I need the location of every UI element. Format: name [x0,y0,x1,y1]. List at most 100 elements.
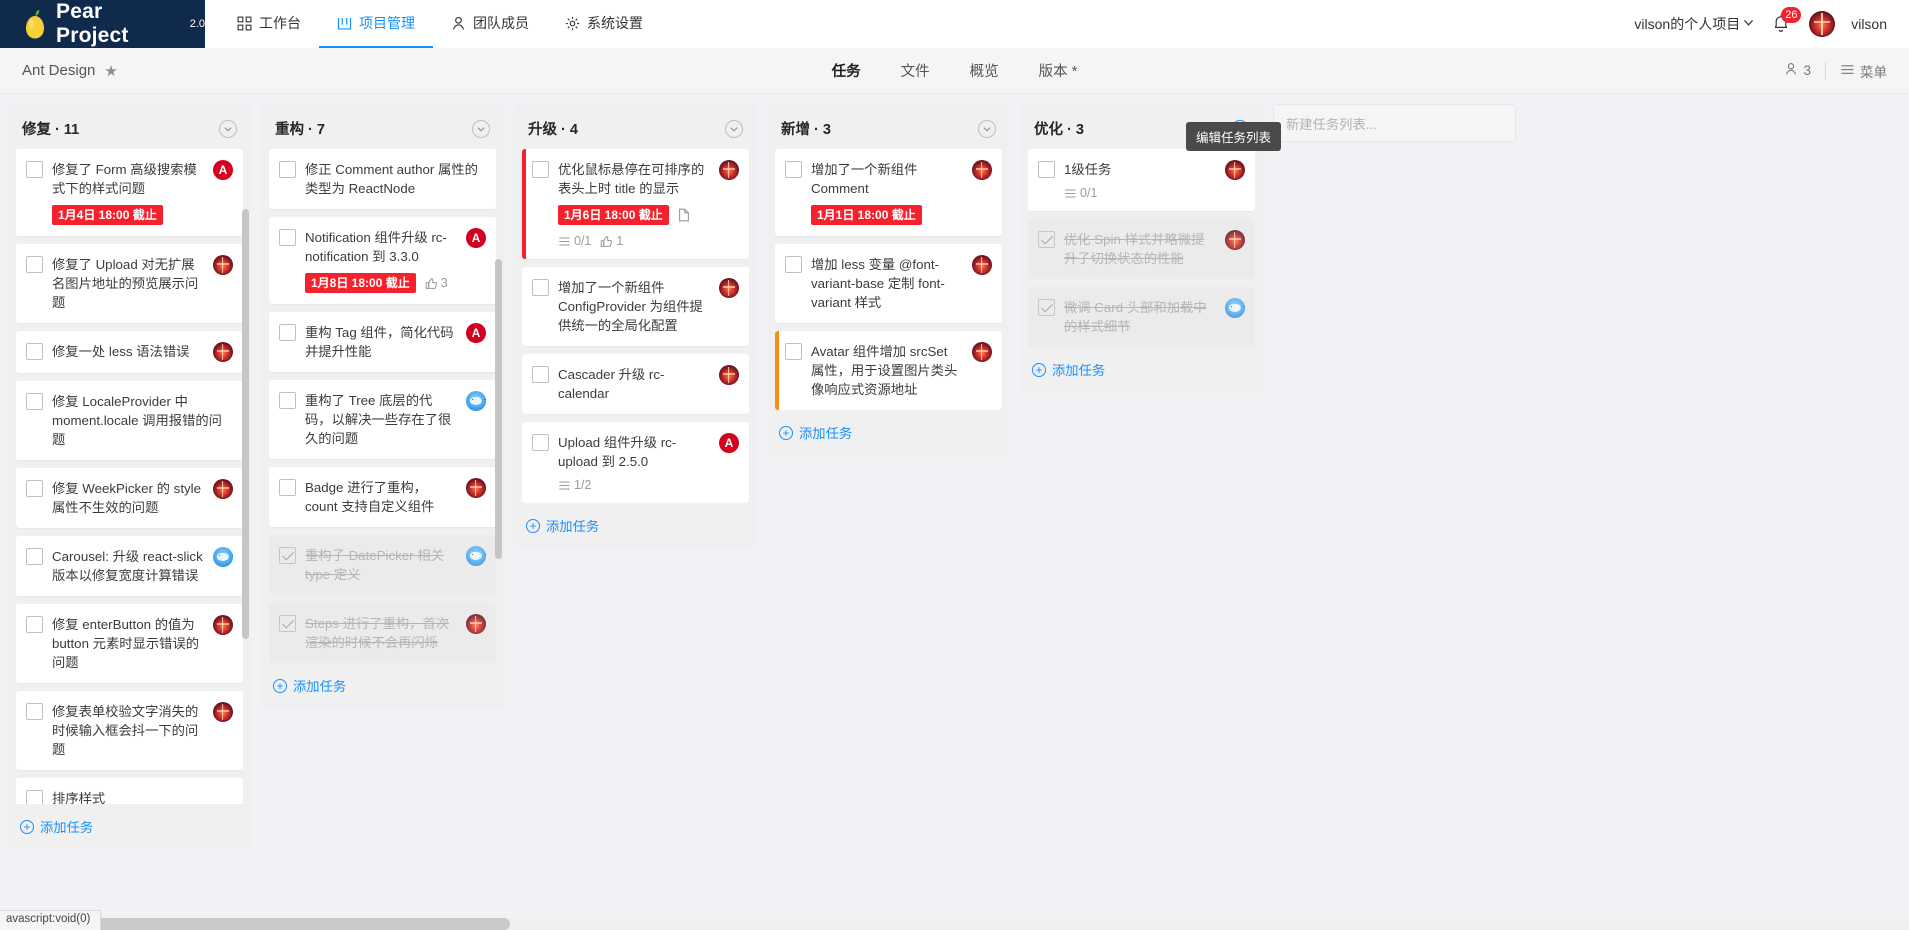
task-card[interactable]: 修复一处 less 语法错误 [16,331,243,373]
task-card[interactable]: Cascader 升级 rc-calendar [522,354,749,414]
task-assignee-avatar[interactable]: A [213,160,233,180]
task-card[interactable]: 修复 WeekPicker 的 style 属性不生效的问题 [16,468,243,528]
task-assignee-avatar[interactable] [972,255,992,275]
task-card[interactable]: 修复了 Form 高级搜索模式下的样式问题 1月4日 18:00 截止 A [16,149,243,236]
column-collapse-button[interactable] [725,119,743,138]
menu-button[interactable]: 菜单 [1840,61,1887,81]
task-card[interactable]: 修正 Comment author 属性的类型为 ReactNode [269,149,496,209]
task-checkbox[interactable] [1038,299,1055,316]
tab-versions[interactable]: 版本 * [1039,60,1078,81]
task-checkbox[interactable] [279,229,296,246]
task-card[interactable]: 修复 LocaleProvider 中 moment.locale 调用报错的问… [16,381,243,460]
task-card[interactable]: 重构 Tag 组件，简化代码并提升性能 A [269,312,496,372]
tab-tasks[interactable]: 任务 [832,60,861,81]
task-card[interactable]: 重构子 DatePicker 相关 type 定义 [269,535,496,595]
task-assignee-avatar[interactable] [213,547,233,567]
column-collapse-button[interactable] [472,119,490,138]
task-card[interactable]: 1级任务 0/1 [1028,149,1255,211]
task-card[interactable]: Avatar 组件增加 srcSet 属性，用于设置图片类头像响应式资源地址 [775,331,1002,410]
task-checkbox[interactable] [279,547,296,564]
task-checkbox[interactable] [26,343,43,360]
user-avatar[interactable] [1809,11,1836,37]
task-checkbox[interactable] [532,434,549,451]
task-assignee-avatar[interactable] [1225,160,1245,180]
task-checkbox[interactable] [26,548,43,565]
task-card[interactable]: 修复了 Upload 对无扩展名图片地址的预览展示问题 [16,244,243,323]
task-checkbox[interactable] [785,161,802,178]
task-checkbox[interactable] [279,161,296,178]
task-card[interactable]: 增加了一个新组件 ConfigProvider 为组件提供统一的全局化配置 [522,267,749,346]
task-checkbox[interactable] [26,161,43,178]
task-checkbox[interactable] [532,279,549,296]
add-task-button[interactable]: + 添加任务 [1020,347,1263,393]
task-assignee-avatar[interactable] [719,160,739,180]
task-checkbox[interactable] [785,343,802,360]
task-checkbox[interactable] [532,366,549,383]
nav-item-system-settings[interactable]: 系统设置 [547,0,661,48]
task-card[interactable]: Carousel: 升级 react-slick 版本以修复宽度计算错误 [16,536,243,596]
task-assignee-avatar[interactable]: A [719,433,739,453]
task-checkbox[interactable] [1038,161,1055,178]
task-assignee-avatar[interactable] [213,255,233,275]
task-assignee-avatar[interactable] [466,478,486,498]
nav-item-team-members[interactable]: 团队成员 [433,0,547,48]
task-checkbox[interactable] [279,324,296,341]
brand-logo-area[interactable]: Pear Project 2.0 [0,0,205,48]
add-task-button[interactable]: + 添加任务 [8,804,251,850]
task-card[interactable]: 优化鼠标悬停在可排序的表头上时 title 的显示 1月6日 18:00 截止 0/… [522,149,749,259]
task-card[interactable]: Steps 进行了重构，首次渲染的时候不会再闪烁 [269,603,496,663]
task-checkbox[interactable] [26,480,43,497]
tab-files[interactable]: 文件 [901,60,930,81]
task-card[interactable]: Upload 组件升级 rc-upload 到 2.5.0 1/2 A [522,422,749,503]
task-card[interactable]: 修复表单校验文字消失的时候输入框会抖一下的问题 [16,691,243,770]
horizontal-scrollbar-track[interactable] [0,918,1909,930]
task-checkbox[interactable] [1038,231,1055,248]
add-task-button[interactable]: + 添加任务 [767,410,1010,456]
new-column-input[interactable]: 新建任务列表... [1273,104,1516,142]
task-assignee-avatar[interactable]: A [466,228,486,248]
nav-item-project-management[interactable]: 项目管理 [319,0,433,48]
column-collapse-button[interactable] [219,119,237,138]
task-checkbox[interactable] [279,392,296,409]
task-assignee-avatar[interactable] [719,278,739,298]
task-card[interactable]: Badge 进行了重构，count 支持自定义组件 [269,467,496,527]
task-card[interactable]: 排序样式 [16,778,243,804]
task-assignee-avatar[interactable] [213,342,233,362]
task-assignee-avatar[interactable] [972,160,992,180]
members-count-button[interactable]: 3 [1784,62,1811,79]
project-selector[interactable]: vilson的个人项目 [1634,14,1755,34]
task-card[interactable]: 优化 Spin 样式并略微提升子切换状态的性能 [1028,219,1255,279]
column-scrollbar-thumb[interactable] [495,259,502,559]
task-assignee-avatar[interactable] [972,342,992,362]
task-checkbox[interactable] [26,256,43,273]
task-card[interactable]: 增加了一个新组件 Comment 1月1日 18:00 截止 [775,149,1002,236]
task-checkbox[interactable] [785,256,802,273]
task-checkbox[interactable] [279,479,296,496]
task-assignee-avatar[interactable] [466,391,486,411]
task-assignee-avatar[interactable]: A [466,323,486,343]
task-assignee-avatar[interactable] [213,615,233,635]
task-checkbox[interactable] [532,161,549,178]
add-task-button[interactable]: + 添加任务 [514,503,757,549]
column-collapse-button[interactable] [978,119,996,138]
task-assignee-avatar[interactable] [1225,230,1245,250]
task-checkbox[interactable] [279,615,296,632]
task-checkbox[interactable] [26,393,43,410]
task-card[interactable]: Notification 组件升级 rc-notification 到 3.3.… [269,217,496,304]
tab-overview[interactable]: 概览 [970,60,999,81]
task-checkbox[interactable] [26,790,43,804]
add-task-button[interactable]: + 添加任务 [261,663,504,709]
task-checkbox[interactable] [26,616,43,633]
task-assignee-avatar[interactable] [466,614,486,634]
task-card[interactable]: 增加 less 变量 @font-variant-base 定制 font-va… [775,244,1002,323]
task-assignee-avatar[interactable] [213,702,233,722]
notification-bell-button[interactable]: 26 [1771,7,1802,36]
task-assignee-avatar[interactable] [466,546,486,566]
favorite-star-icon[interactable]: ★ [104,62,117,80]
task-card[interactable]: 修复 enterButton 的值为 button 元素时显示错误的问题 [16,604,243,683]
task-checkbox[interactable] [26,703,43,720]
task-assignee-avatar[interactable] [719,365,739,385]
task-card[interactable]: 微调 Card 头部和加载中的样式细节 [1028,287,1255,347]
column-scrollbar-thumb[interactable] [242,209,249,639]
task-card[interactable]: 重构了 Tree 底层的代码，以解决一些存在了很久的问题 [269,380,496,459]
